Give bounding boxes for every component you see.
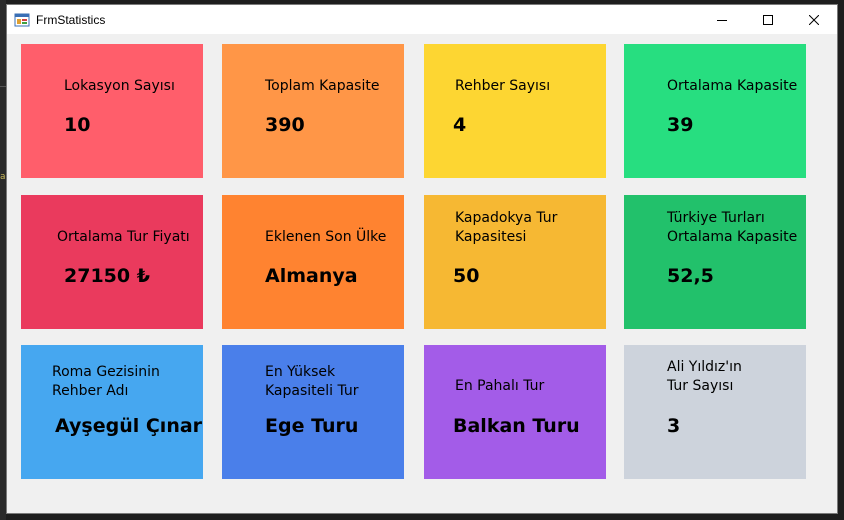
tile-ali-yildiz-tour-count: Ali Yıldız'ın Tur Sayısı 3 [624,345,806,479]
minimize-icon [717,19,727,21]
tile-total-capacity: Toplam Kapasite 390 [222,44,404,178]
tile-value: Almanya [265,265,358,287]
close-button[interactable] [791,5,837,34]
tile-value: 39 [667,114,694,136]
tile-value: 4 [453,114,467,136]
title-bar[interactable]: FrmStatistics [7,5,837,34]
maximize-icon [763,14,773,25]
tile-value: 390 [265,114,305,136]
window-controls [699,5,837,34]
tile-label: Lokasyon Sayısı [64,78,175,94]
statistics-panel: Lokasyon Sayısı 10 Toplam Kapasite 390 R… [7,34,837,513]
tile-cappadocia-capacity: Kapadokya Tur Kapasitesi 50 [424,195,606,329]
tile-guide-count: Rehber Sayısı 4 [424,44,606,178]
tile-value: Ege Turu [265,415,359,437]
tile-value: 50 [453,265,480,287]
tile-label: Kapadokya Tur Kapasitesi [455,210,558,245]
minimize-button[interactable] [699,5,745,34]
maximize-button[interactable] [745,5,791,34]
form-icon [14,12,30,28]
tile-value: Ayşegül Çınar [55,415,203,437]
tile-label: Türkiye Turları Ortalama Kapasite [667,210,798,245]
tile-location-count: Lokasyon Sayısı 10 [21,44,203,178]
tile-label: Eklenen Son Ülke [265,229,387,245]
tile-label: Ortalama Kapasite [667,78,798,94]
tile-most-expensive-tour: En Pahalı Tur Balkan Turu [424,345,606,479]
tile-label: En Yüksek Kapasiteli Tur [265,364,359,399]
tile-label: Ortalama Tur Fiyatı [57,229,190,245]
background-edge-mark: a [0,172,6,182]
tile-label: Toplam Kapasite [265,78,380,94]
form-window: FrmStatistics Lokasyon Sayısı 10 Toplam … [6,4,838,514]
tile-value: 52,5 [667,265,714,287]
tile-last-added-country: Eklenen Son Ülke Almanya [222,195,404,329]
tile-value: 3 [667,415,681,437]
close-icon [809,14,819,25]
tile-average-capacity: Ortalama Kapasite 39 [624,44,806,178]
tile-value: Balkan Turu [453,415,580,437]
tile-label: Ali Yıldız'ın Tur Sayısı [667,359,742,394]
tile-label: Roma Gezisinin Rehber Adı [52,364,160,399]
tile-label: Rehber Sayısı [455,78,551,94]
tile-highest-capacity-tour: En Yüksek Kapasiteli Tur Ege Turu [222,345,404,479]
tile-rome-trip-guide: Roma Gezisinin Rehber Adı Ayşegül Çınar [21,345,203,479]
tile-value: 10 [64,114,91,136]
tile-label: En Pahalı Tur [455,378,545,394]
window-title: FrmStatistics [36,12,106,27]
tile-average-tour-price: Ortalama Tur Fiyatı 27150 ₺ [21,195,203,329]
tile-turkey-tours-average-capacity: Türkiye Turları Ortalama Kapasite 52,5 [624,195,806,329]
tile-value: 27150 ₺ [64,265,150,287]
